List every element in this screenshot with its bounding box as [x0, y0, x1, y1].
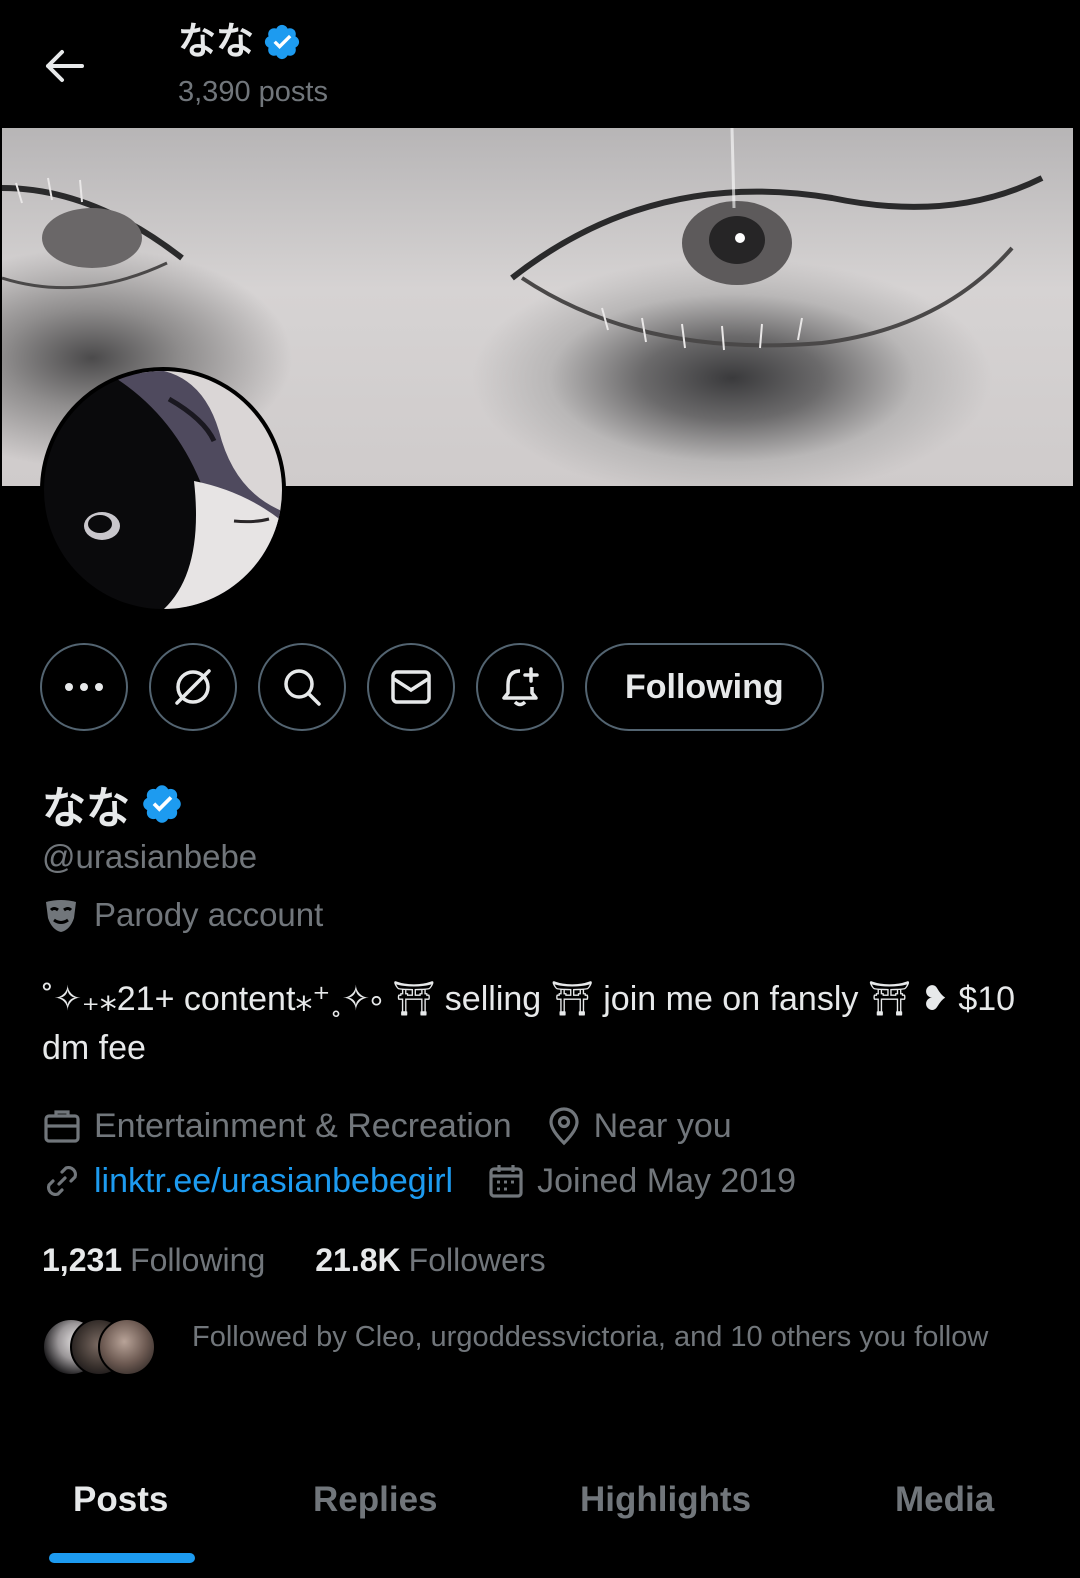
notify-button[interactable]	[476, 643, 564, 731]
search-button[interactable]	[258, 643, 346, 731]
profile-actions: Following	[40, 642, 824, 732]
grok-icon	[175, 669, 211, 705]
tab-posts[interactable]: Posts	[73, 1462, 168, 1538]
followed-by-text: Followed by Cleo, urgoddessvictoria, and…	[192, 1321, 989, 1353]
more-icon	[65, 683, 103, 691]
back-button[interactable]	[38, 40, 90, 92]
mask-icon	[46, 900, 76, 932]
joined-text: Joined May 2019	[537, 1161, 797, 1200]
message-button[interactable]	[367, 643, 455, 731]
followers-stat-label: Followers	[408, 1242, 546, 1278]
search-icon	[284, 669, 321, 706]
header-name: なな	[178, 21, 255, 63]
website-link[interactable]: linktr.ee/urasianbebegirl	[94, 1162, 453, 1201]
website[interactable]: linktr.ee/urasianbebegirl	[42, 1161, 453, 1201]
category: Entertainment & Recreation	[42, 1107, 512, 1146]
grok-button[interactable]	[149, 643, 237, 731]
avatar[interactable]	[40, 367, 286, 613]
followed-by-avatars	[42, 1318, 172, 1378]
following-count: 1,231	[42, 1242, 123, 1278]
profile-name: なな	[42, 784, 130, 833]
tab-replies[interactable]: Replies	[313, 1462, 438, 1538]
followers-count: 21.8K	[315, 1242, 401, 1278]
link-icon	[46, 1165, 78, 1197]
bell-plus-icon	[502, 667, 539, 707]
tab-highlights[interactable]: Highlights	[580, 1462, 751, 1538]
joined-date: Joined May 2019	[487, 1162, 796, 1201]
arrow-left-icon	[46, 50, 84, 82]
verified-badge-icon[interactable]	[140, 782, 184, 826]
category-text: Entertainment & Recreation	[94, 1106, 512, 1145]
profile-bio: ˚✧₊⁎21+ content⁎⁺˳✧༚ ⛩ selling ⛩ join me…	[42, 980, 1016, 1067]
location: Near you	[546, 1106, 732, 1146]
meta-row-1: Entertainment & Recreation Near you	[42, 1106, 766, 1146]
following-stat-label: Following	[130, 1242, 266, 1278]
post-count: 3,390 posts	[178, 76, 328, 108]
parody-label: Parody account	[42, 896, 323, 934]
following-stat[interactable]: 1,231 Following	[42, 1242, 265, 1279]
calendar-icon	[489, 1165, 523, 1198]
follow-stats: 1,231 Following 21.8K Followers	[42, 1242, 546, 1279]
tab-media[interactable]: Media	[895, 1462, 994, 1538]
followed-by[interactable]: Followed by Cleo, urgoddessvictoria, and…	[42, 1318, 1012, 1378]
profile-name-row: なな	[42, 772, 184, 836]
followers-stat[interactable]: 21.8K Followers	[315, 1242, 545, 1279]
location-pin-icon	[549, 1107, 579, 1146]
envelope-icon	[391, 670, 431, 704]
active-tab-indicator	[49, 1553, 195, 1563]
header-title: なな	[178, 20, 302, 64]
briefcase-icon	[44, 1110, 80, 1143]
location-text: Near you	[593, 1106, 732, 1145]
meta-row-2: linktr.ee/urasianbebegirl Joined May 201…	[42, 1161, 830, 1201]
profile-handle: @urasianbebe	[42, 838, 258, 875]
more-button[interactable]	[40, 643, 128, 731]
top-bar: なな 3,390 posts	[0, 0, 1080, 128]
avatar	[98, 1318, 156, 1376]
verified-badge-icon	[264, 24, 300, 60]
parody-text: Parody account	[94, 896, 324, 933]
following-button[interactable]: Following	[585, 643, 824, 731]
